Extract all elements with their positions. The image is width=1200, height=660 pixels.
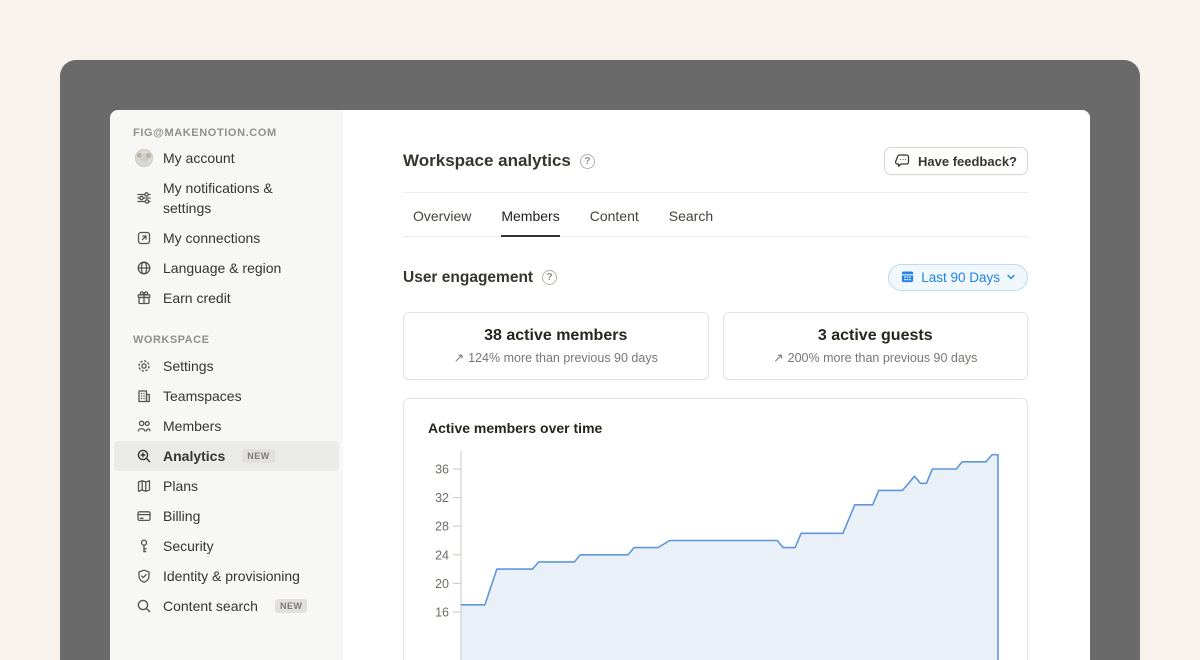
svg-text:20: 20 xyxy=(435,577,449,591)
analytics-main-content: Workspace analytics ? Have feedback? Ove… xyxy=(343,110,1090,660)
sidebar-item-content-search[interactable]: Content search NEW xyxy=(114,591,339,621)
sidebar-item-analytics[interactable]: Analytics NEW xyxy=(114,441,339,471)
app-window: FIG@MAKENOTION.COM My account My notific… xyxy=(60,60,1140,660)
settings-panel: FIG@MAKENOTION.COM My account My notific… xyxy=(110,110,1090,660)
date-range-label: Last 90 Days xyxy=(921,270,1000,285)
sidebar-item-label: Teamspaces xyxy=(163,388,242,404)
sidebar-item-members[interactable]: Members xyxy=(114,411,339,441)
sidebar-item-label: Content search xyxy=(163,598,258,614)
new-badge: NEW xyxy=(275,599,308,613)
sidebar-item-language-region[interactable]: Language & region xyxy=(114,253,339,283)
key-icon xyxy=(135,537,153,555)
sidebar-item-label: Earn credit xyxy=(163,290,231,306)
svg-text:16: 16 xyxy=(435,606,449,620)
analytics-tabs: Overview Members Content Search xyxy=(403,208,1028,237)
sidebar-item-label: Settings xyxy=(163,358,214,374)
sidebar-item-my-notifications-settings[interactable]: My notifications & settings xyxy=(114,173,339,223)
speech-bubble-icon xyxy=(895,152,911,171)
svg-text:24: 24 xyxy=(435,548,449,562)
sidebar-item-label: Plans xyxy=(163,478,198,494)
sidebar-item-label: Analytics xyxy=(163,448,225,464)
user-engagement-title: User engagement xyxy=(403,269,533,287)
map-icon xyxy=(135,477,153,495)
credit-card-icon xyxy=(135,507,153,525)
have-feedback-button[interactable]: Have feedback? xyxy=(884,147,1028,175)
magnifier-plus-icon xyxy=(135,447,153,465)
building-icon xyxy=(135,387,153,405)
header-divider xyxy=(403,192,1028,193)
sidebar-item-earn-credit[interactable]: Earn credit xyxy=(114,283,339,313)
sidebar-item-label: Language & region xyxy=(163,260,281,276)
sidebar-item-label: Security xyxy=(163,538,214,554)
page-title: Workspace analytics xyxy=(403,151,571,171)
active-guests-stat-card: 3 active guests ↗ 200% more than previou… xyxy=(723,312,1029,380)
sidebar-item-label: My account xyxy=(163,150,235,166)
stat-delta-text: 200% more than previous 90 days xyxy=(788,351,978,365)
stat-delta-text: 124% more than previous 90 days xyxy=(468,351,658,365)
new-badge: NEW xyxy=(242,449,275,463)
magnifier-icon xyxy=(135,597,153,615)
globe-icon xyxy=(135,259,153,277)
sidebar-item-settings[interactable]: Settings xyxy=(114,351,339,381)
sidebar-item-security[interactable]: Security xyxy=(114,531,339,561)
workspace-section-header: WORKSPACE xyxy=(110,329,343,351)
stat-value: 38 active members xyxy=(484,327,627,345)
active-members-stat-card: 38 active members ↗ 124% more than previ… xyxy=(403,312,709,380)
trend-up-icon: ↗ xyxy=(773,350,783,365)
tab-overview[interactable]: Overview xyxy=(413,208,471,236)
trend-up-icon: ↗ xyxy=(454,350,464,365)
sidebar-item-label: Members xyxy=(163,418,221,434)
sidebar-item-billing[interactable]: Billing xyxy=(114,501,339,531)
members-over-time-chart: 16 20 24 28 32 36 xyxy=(404,451,1028,660)
sidebar-item-identity-provisioning[interactable]: Identity & provisioning xyxy=(114,561,339,591)
arrow-square-icon xyxy=(135,229,153,247)
gear-icon xyxy=(135,357,153,375)
help-icon[interactable]: ? xyxy=(580,154,595,169)
account-email-header: FIG@MAKENOTION.COM xyxy=(110,123,343,143)
gift-icon xyxy=(135,289,153,307)
feedback-button-label: Have feedback? xyxy=(918,154,1017,169)
sidebar-item-plans[interactable]: Plans xyxy=(114,471,339,501)
sliders-icon xyxy=(135,189,153,207)
stat-value: 3 active guests xyxy=(818,327,933,345)
chart-title: Active members over time xyxy=(404,399,1027,436)
date-range-dropdown[interactable]: Last 90 Days xyxy=(888,264,1028,291)
sidebar-item-teamspaces[interactable]: Teamspaces xyxy=(114,381,339,411)
svg-text:32: 32 xyxy=(435,491,449,505)
sidebar-item-my-account[interactable]: My account xyxy=(114,143,339,173)
calendar-icon xyxy=(900,269,915,287)
svg-text:28: 28 xyxy=(435,520,449,534)
sidebar-item-my-connections[interactable]: My connections xyxy=(114,223,339,253)
active-members-chart-card: Active members over time 16 20 24 28 32 36 xyxy=(403,398,1028,660)
svg-text:36: 36 xyxy=(435,463,449,477)
settings-sidebar: FIG@MAKENOTION.COM My account My notific… xyxy=(110,110,343,660)
tab-search[interactable]: Search xyxy=(669,208,713,236)
people-icon xyxy=(135,417,153,435)
sidebar-item-label: Billing xyxy=(163,508,200,524)
chevron-down-icon xyxy=(1006,270,1016,285)
sidebar-item-label: My connections xyxy=(163,230,260,246)
avatar-icon xyxy=(135,149,153,167)
help-icon[interactable]: ? xyxy=(542,270,557,285)
sidebar-item-label: My notifications & settings xyxy=(163,178,321,218)
tab-members[interactable]: Members xyxy=(501,208,559,236)
tab-content[interactable]: Content xyxy=(590,208,639,236)
sidebar-item-label: Identity & provisioning xyxy=(163,568,300,584)
shield-check-icon xyxy=(135,567,153,585)
